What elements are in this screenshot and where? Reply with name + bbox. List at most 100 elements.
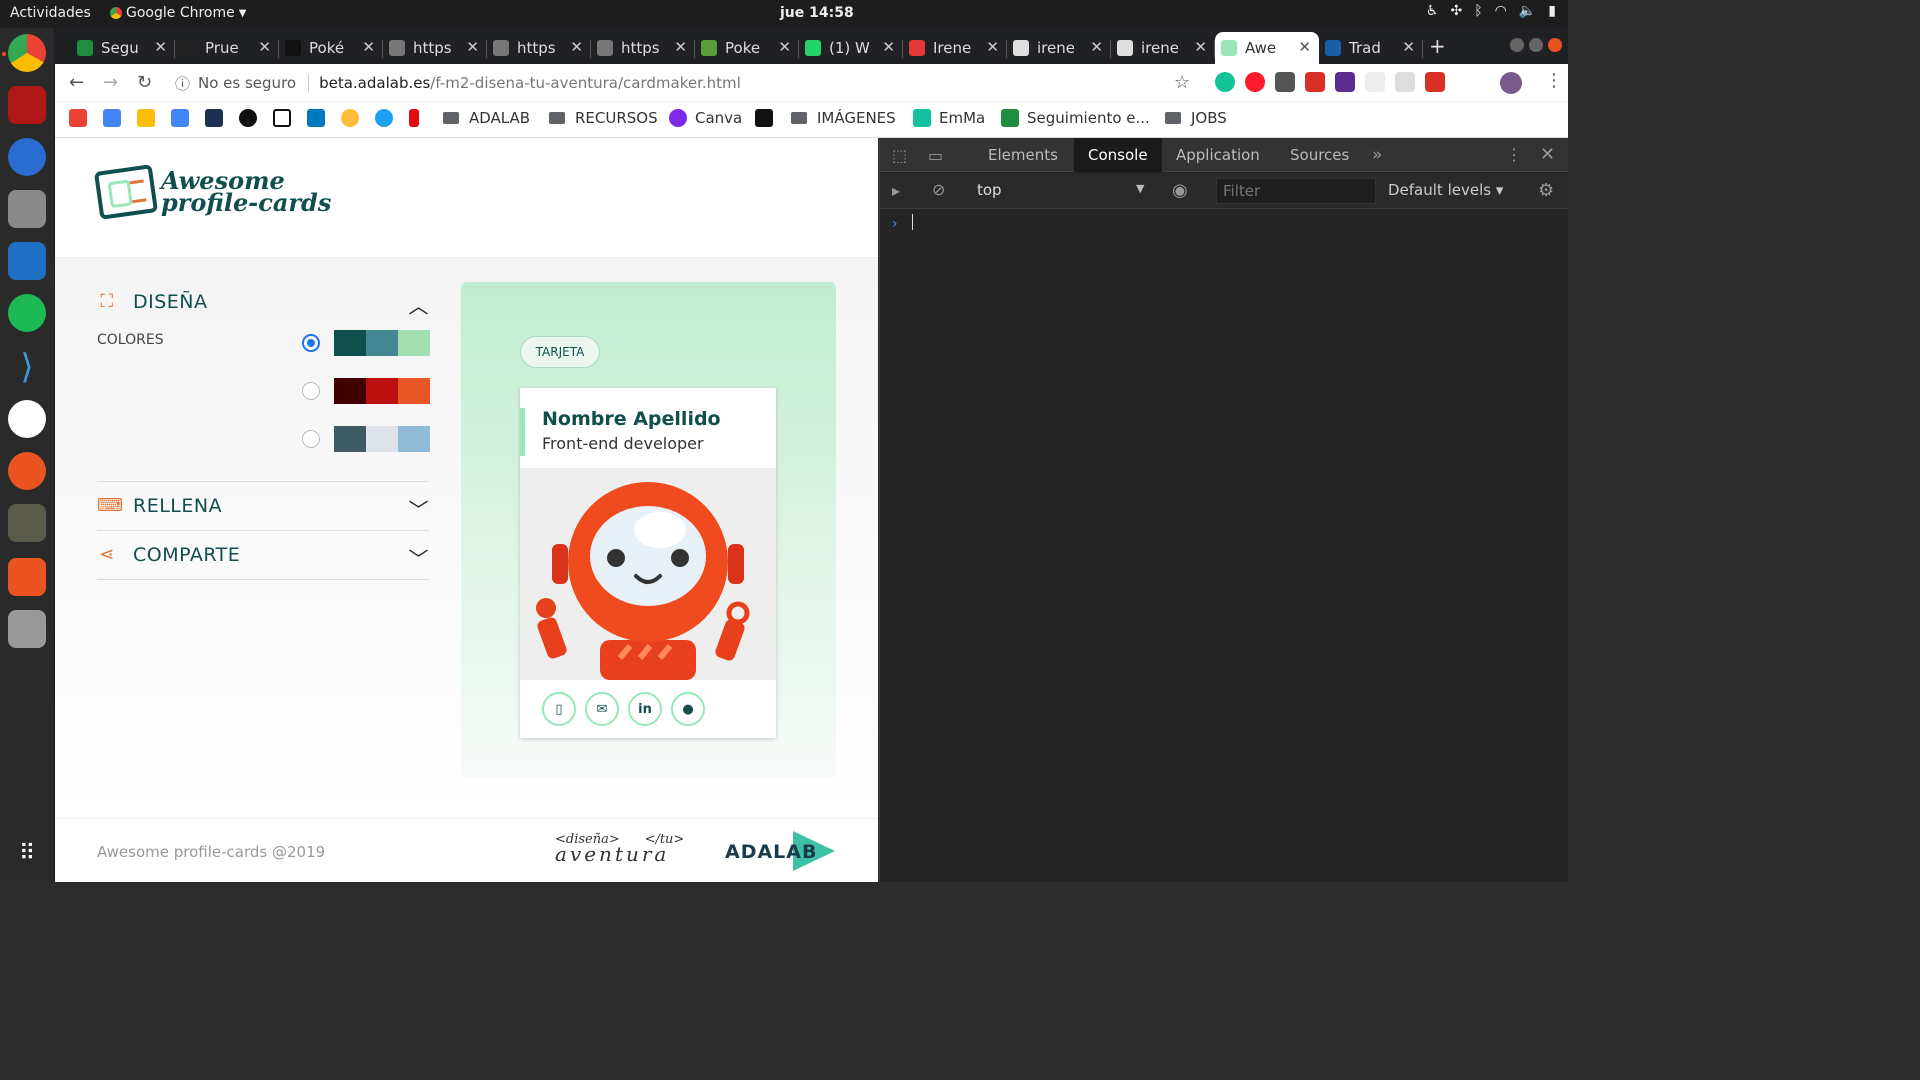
app-menu[interactable]: Google Chrome ▼	[110, 5, 246, 21]
browser-tab[interactable]: Trad ✕	[1319, 32, 1423, 64]
trello-bookmark-icon[interactable]	[307, 109, 333, 127]
grammarly-extension-icon[interactable]	[1215, 72, 1235, 92]
bookmark-emma[interactable]: EmMa	[913, 109, 985, 127]
chevron-down-icon[interactable]: ﹀	[409, 543, 430, 572]
disena-tu-aventura-logo[interactable]: <diseña> </tu> aventura	[555, 833, 684, 865]
close-tab-icon[interactable]: ✕	[778, 38, 791, 56]
adalab-logo[interactable]: ADALAB	[725, 841, 817, 863]
gmail-bookmark-icon[interactable]	[69, 109, 95, 127]
dropper-extension-icon[interactable]	[1275, 72, 1295, 92]
more-tabs-icon[interactable]: »	[1372, 145, 1382, 165]
calendar-bookmark-icon[interactable]	[103, 109, 129, 127]
codepen2-bookmark-icon[interactable]	[273, 109, 299, 127]
browser-tab[interactable]: Prue ✕	[175, 32, 279, 64]
bookmark-folder-recursos[interactable]: RECURSOS	[549, 109, 658, 127]
close-tab-icon[interactable]: ✕	[362, 38, 375, 56]
codepen-bookmark-icon[interactable]	[205, 109, 231, 127]
netflix-bookmark-icon[interactable]	[409, 109, 427, 127]
json-extension-icon[interactable]	[1365, 72, 1385, 92]
close-tab-icon[interactable]: ✕	[882, 38, 895, 56]
browser-tab[interactable]: irene ✕	[1007, 32, 1111, 64]
browser-tab[interactable]: Segu ✕	[71, 32, 175, 64]
share-section-header[interactable]: ⋖ COMPARTE ﹀	[97, 531, 429, 579]
browser-tab[interactable]: https ✕	[591, 32, 695, 64]
tab-console[interactable]: Console	[1074, 138, 1162, 172]
reload-button[interactable]: ↻	[137, 72, 152, 93]
profile-avatar[interactable]	[1500, 72, 1522, 94]
mail-icon[interactable]: ✉	[585, 692, 619, 726]
url-path[interactable]: /f-m2-disena-tu-aventura/cardmaker.html	[430, 74, 741, 92]
back-button[interactable]: ←	[69, 72, 84, 93]
zeplin-bookmark-icon[interactable]	[341, 109, 367, 127]
github-bookmark-icon[interactable]	[239, 109, 265, 127]
terminal-launcher-icon[interactable]	[8, 86, 46, 124]
writer-launcher-icon[interactable]	[8, 242, 46, 280]
design-section-header[interactable]: ⛶ DISEÑA ︿	[97, 278, 429, 326]
palette-option[interactable]	[302, 426, 430, 452]
close-tab-icon[interactable]: ✕	[258, 38, 271, 56]
bookmark-folder-imagenes[interactable]: IMÁGENES	[791, 109, 896, 127]
close-tab-icon[interactable]: ✕	[154, 38, 167, 56]
sidebar-toggle-icon[interactable]: ▸	[892, 181, 900, 200]
linkedin-icon[interactable]: in	[628, 692, 662, 726]
log-levels-select[interactable]: Default levels ▾	[1388, 181, 1503, 199]
phone-icon[interactable]: ▯	[542, 692, 576, 726]
tab-sources[interactable]: Sources	[1276, 138, 1363, 172]
bookmark-seguimiento[interactable]: Seguimiento e...	[1001, 109, 1150, 127]
palette-radio[interactable]	[302, 334, 320, 352]
device-toolbar-icon[interactable]: ▭	[928, 146, 943, 165]
gimp-launcher-icon[interactable]	[8, 504, 46, 542]
close-tab-icon[interactable]: ✕	[674, 38, 687, 56]
dropdown-arrow-icon[interactable]: ▼	[1136, 182, 1144, 195]
address-bar[interactable]: ⓘ No es seguro beta.adalab.es/f-m2-disen…	[175, 68, 1215, 98]
browser-tab[interactable]: (1) W ✕	[799, 32, 903, 64]
gear-icon[interactable]: ⚙	[1538, 180, 1554, 201]
accessibility-icon[interactable]: ♿	[1426, 3, 1439, 19]
opera-extension-icon[interactable]	[1245, 72, 1265, 92]
slack-launcher-icon[interactable]	[8, 400, 46, 438]
close-tab-icon[interactable]: ✕	[570, 38, 583, 56]
github-icon[interactable]: ●	[671, 692, 705, 726]
browser-tab[interactable]: Irene ✕	[903, 32, 1007, 64]
forward-button[interactable]: →	[103, 72, 118, 93]
vscode-launcher-icon[interactable]: ⟩	[8, 347, 46, 387]
close-tab-icon[interactable]: ✕	[1298, 38, 1311, 56]
devtools-menu-icon[interactable]: ⋮	[1506, 145, 1522, 164]
browser-tab[interactable]: https ✕	[383, 32, 487, 64]
fill-section-header[interactable]: ⌨ RELLENA ﹀	[97, 482, 429, 530]
tab-application[interactable]: Application	[1162, 138, 1274, 172]
translate-bookmark-icon[interactable]	[171, 109, 197, 127]
thunderbird-launcher-icon[interactable]	[8, 138, 46, 176]
site-logo[interactable]: Awesome profile-cards	[93, 164, 331, 220]
browser-tab[interactable]: Poké ✕	[279, 32, 383, 64]
close-tab-icon[interactable]: ✕	[1194, 38, 1207, 56]
tab-elements[interactable]: Elements	[974, 138, 1072, 172]
bookmark-canva[interactable]: Canva	[669, 109, 742, 127]
browser-tab[interactable]: Awe ✕	[1215, 32, 1319, 64]
live-expression-eye-icon[interactable]: ◉	[1172, 180, 1188, 201]
context-select[interactable]: top	[977, 181, 1002, 199]
palette-radio[interactable]	[302, 430, 320, 448]
url-host[interactable]: beta.adalab.es	[319, 74, 430, 92]
chrome-launcher-icon[interactable]	[8, 34, 46, 72]
bookmark-star-icon[interactable]: ☆	[1174, 72, 1190, 93]
browser-tab[interactable]: irene ✕	[1111, 32, 1215, 64]
capture-extension-icon[interactable]	[1395, 72, 1415, 92]
volume-icon[interactable]: 🔈	[1519, 3, 1536, 19]
bookmark-folder-adalab[interactable]: ADALAB	[443, 109, 530, 127]
camera-launcher-icon[interactable]	[8, 610, 46, 648]
close-tab-icon[interactable]: ✕	[986, 38, 999, 56]
drive-bookmark-icon[interactable]	[137, 109, 163, 127]
show-apps-icon[interactable]: ⠿	[8, 834, 46, 872]
info-icon[interactable]: ⓘ	[175, 73, 190, 94]
slack-tray-icon[interactable]: ✣	[1450, 3, 1462, 19]
inkscape-launcher-icon[interactable]	[8, 452, 46, 490]
console-filter-input[interactable]	[1216, 178, 1376, 204]
chrome-menu-icon[interactable]: ⋮	[1545, 70, 1563, 91]
minimize-button[interactable]	[1510, 38, 1524, 52]
clear-console-icon[interactable]: ⊘	[932, 180, 945, 199]
reset-button[interactable]: TARJETA	[520, 336, 600, 368]
bookmark-folder-jobs[interactable]: JOBS	[1165, 109, 1227, 127]
system-tray[interactable]: ♿ ✣ ᛒ ◠ 🔈 ▮	[1426, 3, 1556, 19]
bluetooth-icon[interactable]: ᛒ	[1474, 3, 1482, 19]
